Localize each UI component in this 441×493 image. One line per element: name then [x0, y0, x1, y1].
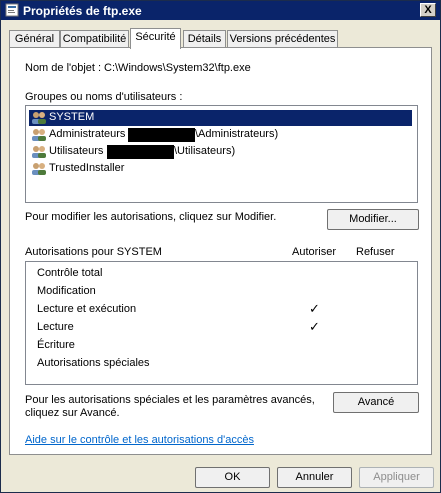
- advanced-hint-line2: cliquez sur Avancé.: [25, 407, 120, 419]
- group-item-system[interactable]: SYSTEM: [29, 110, 412, 126]
- deny-column-header: Refuser: [356, 246, 395, 258]
- allow-check-icon: ✓: [309, 319, 320, 334]
- group-item-suffix: \Utilisateurs): [174, 145, 236, 157]
- group-item-administrators[interactable]: Administrateurs \Administrateurs): [29, 127, 412, 143]
- permission-label: Modification: [37, 285, 96, 297]
- group-item-label: Utilisateurs: [49, 145, 104, 157]
- modify-hint: Pour modifier les autorisations, cliquez…: [25, 211, 277, 223]
- groups-list[interactable]: SYSTEM Administrateurs \Administrateurs)…: [25, 105, 418, 203]
- groups-label: Groupes ou noms d'utilisateurs :: [25, 91, 183, 103]
- object-name-label: Nom de l'objet :: [25, 62, 102, 74]
- users-icon: [32, 112, 46, 124]
- tab-compatibility[interactable]: Compatibilité: [60, 30, 129, 48]
- permission-label: Écriture: [37, 339, 75, 351]
- group-item-label: SYSTEM: [49, 111, 95, 123]
- group-item-trustedinstaller[interactable]: TrustedInstaller: [29, 161, 412, 177]
- permission-label: Lecture et exécution: [37, 303, 137, 315]
- permission-label: Lecture: [37, 321, 74, 333]
- advanced-hint-line1: Pour les autorisations spéciales et les …: [25, 394, 315, 406]
- group-item-label: TrustedInstaller: [49, 162, 125, 174]
- allow-check-icon: ✓: [309, 301, 320, 316]
- security-panel: Nom de l'objet : C:\Windows\System32\ftp…: [9, 47, 432, 455]
- tab-details[interactable]: Détails: [183, 30, 226, 48]
- permission-row: Lecture ✓: [37, 319, 407, 336]
- advanced-button[interactable]: Avancé: [333, 392, 419, 413]
- tab-general[interactable]: Général: [9, 30, 60, 48]
- permission-label: Autorisations spéciales: [37, 357, 150, 369]
- permission-label: Contrôle total: [37, 267, 103, 279]
- help-link[interactable]: Aide sur le contrôle et les autorisation…: [25, 434, 254, 446]
- cancel-button[interactable]: Annuler: [277, 467, 352, 488]
- redacted-block: [128, 128, 195, 142]
- modify-button[interactable]: Modifier...: [327, 209, 419, 230]
- close-icon: X: [424, 4, 432, 16]
- apply-button[interactable]: Appliquer: [359, 467, 434, 488]
- users-icon: [32, 129, 46, 141]
- redacted-block: [107, 145, 174, 159]
- allow-column-header: Autoriser: [292, 246, 337, 258]
- group-item-label: Administrateurs: [49, 128, 126, 140]
- permission-row: Écriture: [37, 338, 407, 354]
- users-icon: [32, 163, 46, 175]
- tab-previous-versions[interactable]: Versions précédentes: [227, 30, 338, 48]
- permissions-list[interactable]: Contrôle total Modification Lecture et e…: [25, 261, 418, 385]
- permission-row: Lecture et exécution ✓: [37, 301, 407, 318]
- tab-security[interactable]: Sécurité: [130, 28, 181, 49]
- ok-button[interactable]: OK: [195, 467, 270, 488]
- permission-row: Contrôle total: [37, 266, 407, 282]
- window-title: Propriétés de ftp.exe: [23, 4, 142, 18]
- group-item-users[interactable]: Utilisateurs \Utilisateurs): [29, 144, 412, 160]
- object-name-value: C:\Windows\System32\ftp.exe: [104, 62, 251, 74]
- title-bar[interactable]: Propriétés de ftp.exe X: [1, 1, 440, 20]
- group-item-suffix: \Administrateurs): [195, 128, 279, 140]
- properties-dialog: Propriétés de ftp.exe X Général Compatib…: [0, 0, 441, 493]
- properties-icon: [5, 3, 19, 17]
- close-button[interactable]: X: [420, 3, 436, 17]
- permission-row: Autorisations spéciales: [37, 356, 407, 372]
- permission-row: Modification: [37, 284, 407, 300]
- permissions-header: Autorisations pour SYSTEM: [25, 246, 162, 258]
- users-icon: [32, 146, 46, 158]
